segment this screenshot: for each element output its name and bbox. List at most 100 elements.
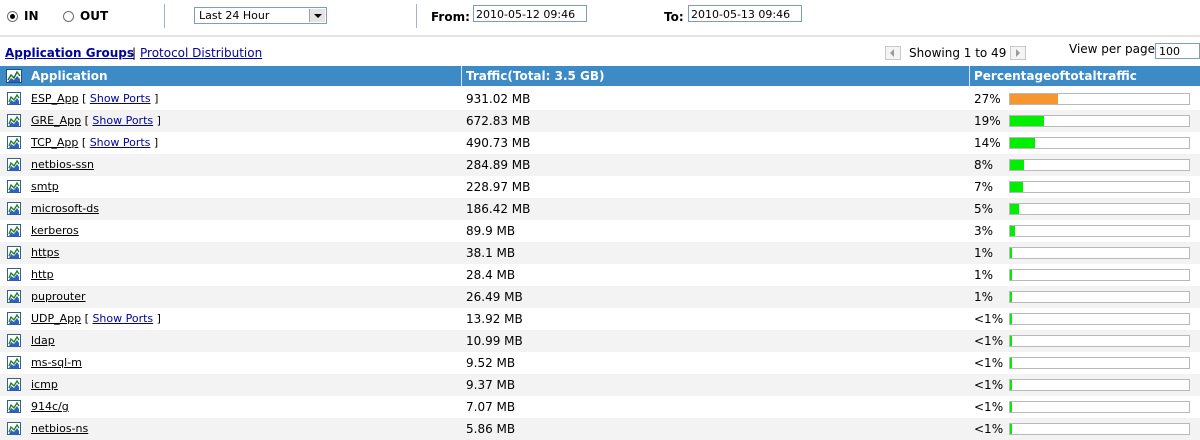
- application-groups-link[interactable]: Application Groups: [5, 46, 134, 60]
- chart-icon[interactable]: [7, 224, 21, 237]
- percentage-value: 19%: [974, 114, 1001, 128]
- to-date-field[interactable]: 2010-05-13 09:46: [688, 5, 802, 22]
- application-cell: microsoft-ds: [31, 202, 99, 215]
- application-link[interactable]: UDP_App: [31, 312, 81, 325]
- traffic-value: 9.52 MB: [466, 356, 516, 370]
- application-cell: ESP_App [ Show Ports ]: [31, 92, 158, 105]
- application-link[interactable]: GRE_App: [31, 114, 81, 127]
- divider: [164, 4, 165, 28]
- application-link[interactable]: icmp: [31, 378, 58, 391]
- show-ports-link[interactable]: Show Ports: [90, 92, 151, 105]
- percentage-value: <1%: [974, 356, 1004, 370]
- percentage-bar-fill: [1010, 94, 1058, 104]
- traffic-value: 26.49 MB: [466, 290, 523, 304]
- nav-row: Application Groups | Protocol Distributi…: [0, 40, 1200, 64]
- percentage-bar: [1009, 335, 1190, 347]
- show-ports-link[interactable]: Show Ports: [90, 136, 151, 149]
- percentage-value: 27%: [974, 92, 1001, 106]
- table-row: GRE_App [ Show Ports ] 672.83 MB 19%: [0, 110, 1200, 132]
- application-link[interactable]: netbios-ssn: [31, 158, 94, 171]
- application-link[interactable]: ldap: [31, 334, 55, 347]
- percentage-value: 1%: [974, 290, 994, 304]
- chart-icon[interactable]: [7, 136, 21, 149]
- traffic-value: 89.9 MB: [466, 224, 516, 238]
- percentage-bar: [1009, 93, 1190, 105]
- application-link[interactable]: kerberos: [31, 224, 79, 237]
- application-link[interactable]: ms-sql-m: [31, 356, 82, 369]
- chart-icon[interactable]: [7, 246, 21, 259]
- application-link[interactable]: ESP_App: [31, 92, 79, 105]
- nav-separator: |: [132, 46, 137, 60]
- chart-icon[interactable]: [7, 312, 21, 325]
- period-select[interactable]: Last 24 Hour: [194, 7, 327, 24]
- protocol-distribution-link[interactable]: Protocol Distribution: [140, 46, 262, 60]
- column-header-application[interactable]: Application: [31, 66, 108, 86]
- table-row: kerberos 89.9 MB 3%: [0, 220, 1200, 242]
- chart-icon[interactable]: [7, 378, 21, 391]
- column-divider: [969, 66, 970, 86]
- traffic-value: 228.97 MB: [466, 180, 531, 194]
- percentage-bar-fill: [1010, 160, 1024, 170]
- application-cell: TCP_App [ Show Ports ]: [31, 136, 158, 149]
- application-link[interactable]: microsoft-ds: [31, 202, 99, 215]
- percentage-value: <1%: [974, 378, 1004, 392]
- percentage-bar: [1009, 115, 1190, 127]
- table-row: 914c/g 7.07 MB <1%: [0, 396, 1200, 418]
- show-ports-link[interactable]: Show Ports: [92, 114, 153, 127]
- prev-page-icon[interactable]: [885, 46, 901, 60]
- application-link[interactable]: TCP_App: [31, 136, 78, 149]
- percentage-bar: [1009, 291, 1190, 303]
- divider: [416, 4, 417, 28]
- application-cell: https: [31, 246, 59, 259]
- direction-in-label: IN: [24, 9, 39, 23]
- traffic-value: 186.42 MB: [466, 202, 531, 216]
- application-link[interactable]: http: [31, 268, 54, 281]
- application-cell: UDP_App [ Show Ports ]: [31, 312, 161, 325]
- application-link[interactable]: smtp: [31, 180, 59, 193]
- percentage-bar: [1009, 159, 1190, 171]
- chart-icon[interactable]: [7, 400, 21, 413]
- chart-icon[interactable]: [7, 202, 21, 215]
- chart-icon[interactable]: [7, 268, 21, 281]
- percentage-bar-fill: [1010, 402, 1012, 412]
- column-header-percentage[interactable]: Percentageoftotaltraffic: [974, 66, 1137, 86]
- traffic-value: 13.92 MB: [466, 312, 523, 326]
- show-ports: [ Show Ports ]: [84, 114, 161, 127]
- percentage-value: <1%: [974, 422, 1004, 436]
- direction-out-radio[interactable]: OUT: [63, 9, 108, 23]
- percentage-bar-fill: [1010, 380, 1012, 390]
- application-link[interactable]: https: [31, 246, 59, 259]
- chart-icon[interactable]: [6, 69, 22, 83]
- chart-icon[interactable]: [7, 114, 21, 127]
- direction-in-radio[interactable]: IN: [7, 9, 39, 23]
- chevron-down-icon[interactable]: [309, 9, 325, 22]
- show-ports-link[interactable]: Show Ports: [92, 312, 153, 325]
- chart-icon[interactable]: [7, 180, 21, 193]
- chart-icon[interactable]: [7, 158, 21, 171]
- percentage-bar-fill: [1010, 270, 1012, 280]
- application-link[interactable]: puprouter: [31, 290, 86, 303]
- separator-line: [0, 35, 1200, 37]
- application-link[interactable]: 914c/g: [31, 400, 69, 413]
- application-cell: smtp: [31, 180, 59, 193]
- application-cell: ms-sql-m: [31, 356, 82, 369]
- application-link[interactable]: netbios-ns: [31, 422, 88, 435]
- application-cell: ldap: [31, 334, 55, 347]
- percentage-bar-fill: [1010, 138, 1035, 148]
- from-date-field[interactable]: 2010-05-12 09:46: [473, 5, 587, 22]
- next-page-icon[interactable]: [1010, 46, 1026, 60]
- view-per-page-select[interactable]: 100: [1155, 43, 1200, 59]
- traffic-value: 9.37 MB: [466, 378, 516, 392]
- traffic-value: 28.4 MB: [466, 268, 516, 282]
- chart-icon[interactable]: [7, 356, 21, 369]
- pagination-status: Showing 1 to 49: [909, 46, 1007, 60]
- percentage-value: <1%: [974, 400, 1004, 414]
- chart-icon[interactable]: [7, 290, 21, 303]
- traffic-value: 10.99 MB: [466, 334, 523, 348]
- column-header-traffic[interactable]: Traffic(Total: 3.5 GB): [466, 66, 605, 86]
- chart-icon[interactable]: [7, 334, 21, 347]
- chart-icon[interactable]: [7, 92, 21, 105]
- table-row: ESP_App [ Show Ports ] 931.02 MB 27%: [0, 88, 1200, 110]
- from-label: From:: [431, 10, 470, 24]
- chart-icon[interactable]: [7, 422, 21, 435]
